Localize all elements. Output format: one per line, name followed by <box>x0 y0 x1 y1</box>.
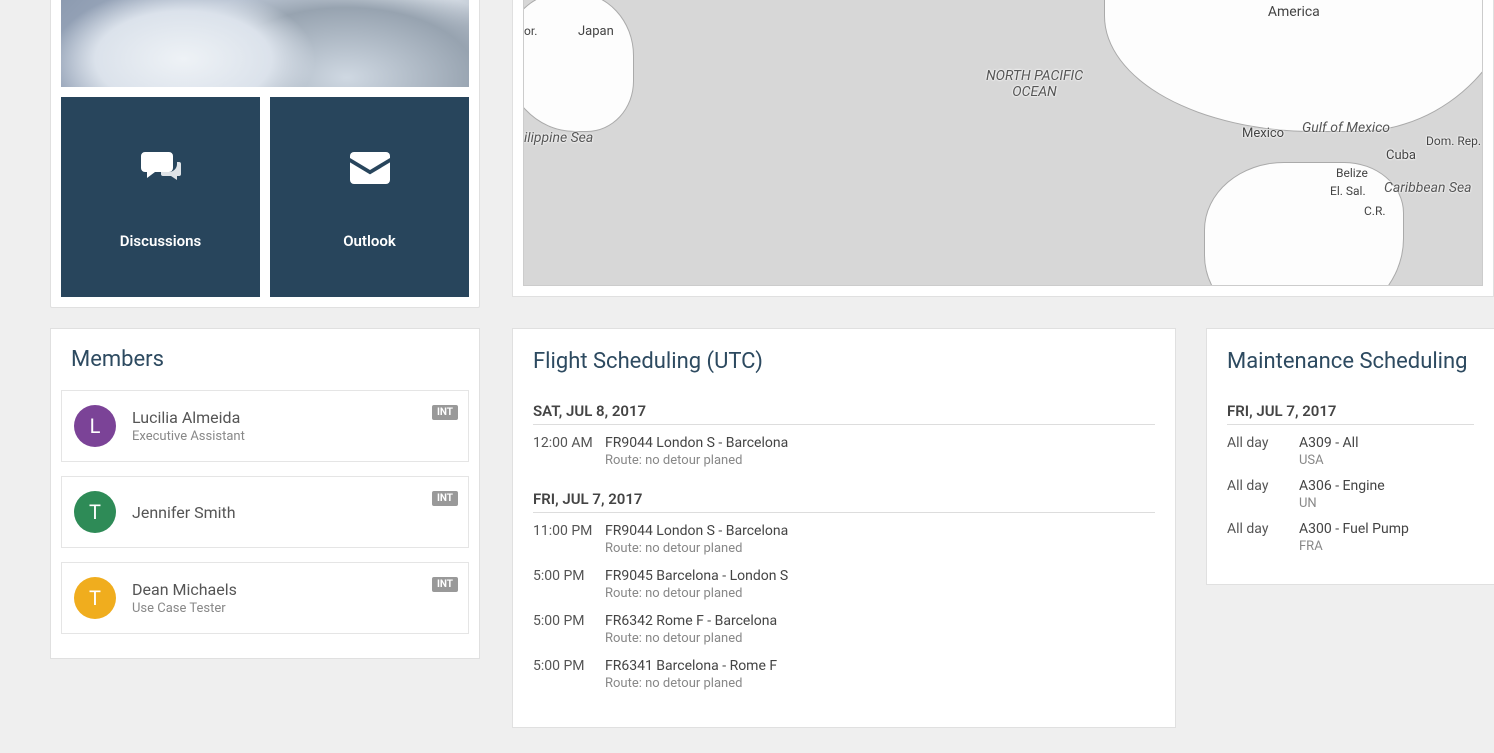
event-time: 12:00 AM <box>533 435 605 474</box>
event-title: A306 - Engine <box>1299 478 1474 494</box>
maintenance-scheduling-panel: Maintenance Scheduling FRI, JUL 7, 2017 A… <box>1206 328 1494 585</box>
members-title: Members <box>61 347 469 390</box>
event-time: 5:00 PM <box>533 568 605 607</box>
member-info: Lucilia Almeida Executive Assistant <box>132 408 245 444</box>
event-time: All day <box>1227 435 1299 472</box>
event-title: FR9044 London S - Barcelona <box>605 523 1155 539</box>
event-row[interactable]: All dayA306 - Engine UN <box>1227 474 1474 517</box>
member-title: Use Case Tester <box>132 601 237 616</box>
event-subtitle: UN <box>1299 496 1474 511</box>
event-body: A309 - All USA <box>1299 435 1474 472</box>
day-header: FRI, JUL 7, 2017 <box>1227 402 1474 425</box>
event-subtitle: Route: no detour planed <box>605 541 1155 556</box>
int-badge: INT <box>432 405 458 420</box>
map-view[interactable]: – United States ofAmerica Japan NORTH PA… <box>523 0 1483 286</box>
event-title: FR9045 Barcelona - London S <box>605 568 1155 584</box>
member-row[interactable]: T Jennifer Smith INT <box>61 476 469 548</box>
avatar: T <box>74 491 116 533</box>
map-label-usa: United States ofAmerica <box>1244 0 1344 20</box>
member-name: Jennifer Smith <box>132 503 236 522</box>
map-panel: – United States ofAmerica Japan NORTH PA… <box>512 0 1494 297</box>
map-label-frag: or. <box>524 24 537 38</box>
map-label-gulf-mexico: Gulf of Mexico <box>1302 120 1390 136</box>
map-label-belize: Belize <box>1336 166 1368 180</box>
flight-scheduling-title: Flight Scheduling (UTC) <box>533 349 1155 374</box>
event-time: All day <box>1227 521 1299 558</box>
event-row[interactable]: 5:00 PMFR6341 Barcelona - Rome F Route: n… <box>533 654 1155 699</box>
event-time: 11:00 PM <box>533 523 605 562</box>
event-subtitle: Route: no detour planed <box>605 453 1155 468</box>
top-left-tile-panel: ☔11°☔12°☔12°☔12° Discussions Outlook <box>50 0 480 308</box>
event-subtitle: Route: no detour planed <box>605 676 1155 691</box>
member-row[interactable]: T Dean Michaels Use Case Tester INT <box>61 562 469 634</box>
event-body: FR6341 Barcelona - Rome F Route: no detou… <box>605 658 1155 697</box>
event-subtitle: FRA <box>1299 539 1474 554</box>
member-name: Dean Michaels <box>132 580 237 599</box>
event-body: A300 - Fuel Pump FRA <box>1299 521 1474 558</box>
event-time: 5:00 PM <box>533 613 605 652</box>
flight-scheduling-panel: Flight Scheduling (UTC) SAT, JUL 8, 2017… <box>512 328 1176 728</box>
cloud-background <box>61 0 469 87</box>
event-title: FR9044 London S - Barcelona <box>605 435 1155 451</box>
outlook-tile[interactable]: Outlook <box>270 97 469 297</box>
members-panel: Members L Lucilia Almeida Executive Assist… <box>50 328 480 659</box>
event-row[interactable]: 5:00 PMFR9045 Barcelona - London S Route:… <box>533 564 1155 609</box>
map-label-cuba: Cuba <box>1386 148 1416 163</box>
event-subtitle: Route: no detour planed <box>605 631 1155 646</box>
event-subtitle: Route: no detour planed <box>605 586 1155 601</box>
event-row[interactable]: All dayA309 - All USA <box>1227 431 1474 474</box>
map-label-caribbean: Caribbean Sea <box>1384 180 1472 196</box>
member-info: Dean Michaels Use Case Tester <box>132 580 237 616</box>
map-label-cr: C.R. <box>1364 204 1386 218</box>
outlook-label: Outlook <box>343 232 396 250</box>
chat-icon <box>132 144 190 192</box>
maintenance-scheduling-title: Maintenance Scheduling <box>1227 349 1474 374</box>
event-row[interactable]: 12:00 AMFR9044 London S - Barcelona Route… <box>533 431 1155 476</box>
member-info: Jennifer Smith <box>132 503 236 522</box>
map-label-japan: Japan <box>578 24 614 39</box>
event-body: FR9045 Barcelona - London S Route: no det… <box>605 568 1155 607</box>
event-row[interactable]: 11:00 PMFR9044 London S - Barcelona Route… <box>533 519 1155 564</box>
weather-tile[interactable]: ☔11°☔12°☔12°☔12° <box>61 0 469 87</box>
avatar: T <box>74 577 116 619</box>
day-header: SAT, JUL 8, 2017 <box>533 402 1155 425</box>
event-body: A306 - Engine UN <box>1299 478 1474 515</box>
member-title: Executive Assistant <box>132 429 245 444</box>
member-row[interactable]: L Lucilia Almeida Executive Assistant INT <box>61 390 469 462</box>
member-name: Lucilia Almeida <box>132 408 245 427</box>
discussions-tile[interactable]: Discussions <box>61 97 260 297</box>
int-badge: INT <box>432 577 458 592</box>
map-label-philippine: ilippine Sea <box>524 130 593 146</box>
event-subtitle: USA <box>1299 453 1474 468</box>
map-label-north-pacific: NORTH PACIFICOCEAN <box>986 68 1083 100</box>
event-time: 5:00 PM <box>533 658 605 697</box>
discussions-label: Discussions <box>120 232 201 250</box>
event-body: FR9044 London S - Barcelona Route: no det… <box>605 523 1155 562</box>
day-header: FRI, JUL 7, 2017 <box>533 490 1155 513</box>
map-label-mexico: Mexico <box>1242 126 1284 141</box>
event-body: FR6342 Rome F - Barcelona Route: no detou… <box>605 613 1155 652</box>
mexico-shape <box>1204 162 1404 286</box>
event-body: FR9044 London S - Barcelona Route: no det… <box>605 435 1155 474</box>
event-row[interactable]: All dayA300 - Fuel Pump FRA <box>1227 517 1474 560</box>
int-badge: INT <box>432 491 458 506</box>
avatar: L <box>74 405 116 447</box>
event-title: A309 - All <box>1299 435 1474 451</box>
event-title: FR6342 Rome F - Barcelona <box>605 613 1155 629</box>
event-title: FR6341 Barcelona - Rome F <box>605 658 1155 674</box>
map-label-dom-rep: Dom. Rep. <box>1426 134 1481 148</box>
envelope-icon <box>341 144 399 192</box>
event-row[interactable]: 5:00 PMFR6342 Rome F - Barcelona Route: n… <box>533 609 1155 654</box>
japan-shape <box>523 0 634 132</box>
event-time: All day <box>1227 478 1299 515</box>
map-label-el-sal: El. Sal. <box>1330 184 1366 198</box>
event-title: A300 - Fuel Pump <box>1299 521 1474 537</box>
